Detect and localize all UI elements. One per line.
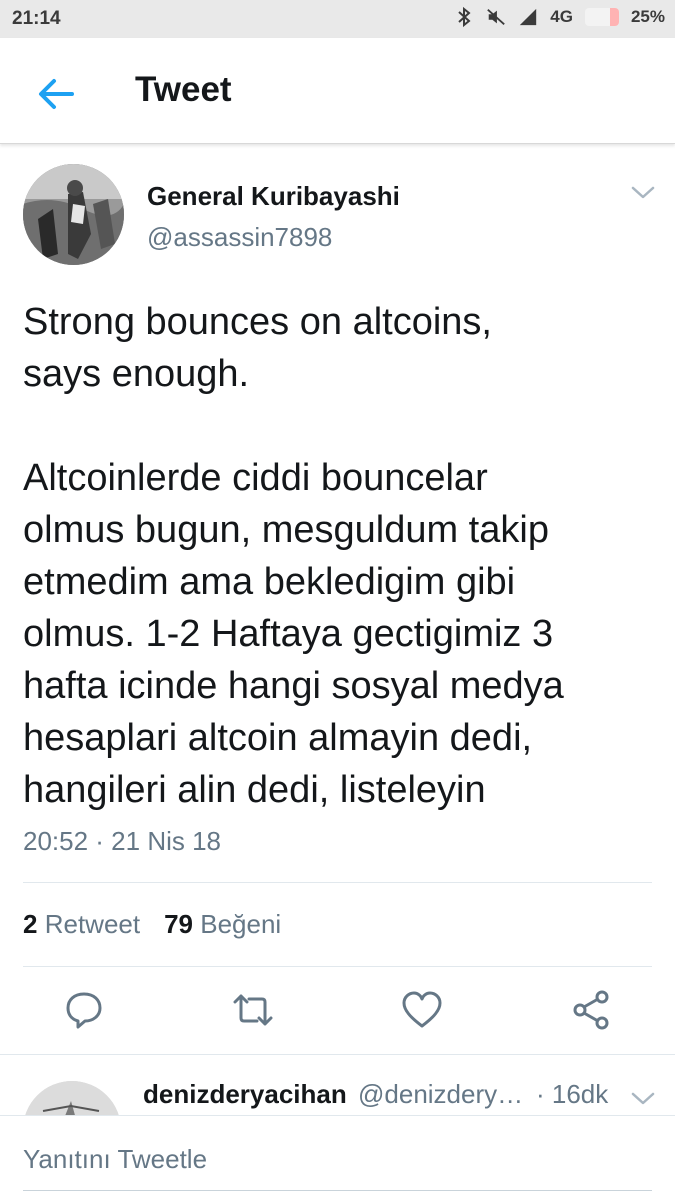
tweet-text-line: etmedim ama bekledigim gibi <box>23 561 516 603</box>
author-handle[interactable]: @assassin7898 <box>147 222 332 253</box>
tweet-text-line: Altcoinlerde ciddi bouncelar <box>23 457 488 499</box>
retweet-stat[interactable]: 2 Retweet <box>23 909 140 940</box>
tweet-text-line: says enough. <box>23 353 250 395</box>
like-label: Beğeni <box>200 909 282 939</box>
reply-author-name[interactable]: denizderyacihan <box>143 1079 347 1110</box>
author-name[interactable]: General Kuribayashi <box>147 181 400 212</box>
mute-icon <box>487 9 506 25</box>
reply-input[interactable] <box>23 1140 652 1178</box>
battery-percent: 25% <box>630 7 665 26</box>
tweet-text-line: hesaplari altcoin almayin dedi, <box>23 717 533 759</box>
page-title: Tweet <box>135 70 232 109</box>
reply-composer <box>0 1115 675 1200</box>
network-type: 4G <box>550 7 573 26</box>
like-icon[interactable] <box>400 988 444 1032</box>
retweet-label: Retweet <box>44 909 141 939</box>
reply-time: · 16dk <box>536 1079 609 1109</box>
reply-item[interactable]: denizderyacihan @denizdery… · 16dk <box>0 1055 675 1115</box>
tweet-text: Strong bounces on altcoins, says enough.… <box>23 296 653 816</box>
author-avatar[interactable] <box>23 164 124 265</box>
tweet-text-line: olmus bugun, mesguldum takip <box>23 509 549 551</box>
battery-icon <box>584 8 619 26</box>
reply-author-handle[interactable]: @denizdery… <box>358 1079 523 1110</box>
tweet-text-line: hafta icinde hangi sosyal medya <box>23 665 564 707</box>
input-underline <box>23 1190 652 1191</box>
like-count: 79 <box>164 909 194 939</box>
battery-level <box>610 8 619 26</box>
bluetooth-icon <box>458 6 471 28</box>
tweet-text-line: olmus. 1-2 Haftaya gectigimiz 3 <box>23 613 554 655</box>
share-icon[interactable] <box>569 988 613 1032</box>
avatar-photo <box>23 164 124 265</box>
status-bar: 21:14 4G 25% <box>0 0 675 38</box>
tweet-action-bar <box>0 988 675 1038</box>
divider <box>23 966 652 967</box>
tweet-stats: 2 Retweet 79 Beğeni <box>23 909 281 940</box>
back-arrow-icon[interactable] <box>34 72 78 116</box>
tweet-text-line: hangileri alin dedi, listeleyin <box>23 769 486 811</box>
status-time: 21:14 <box>12 8 61 29</box>
reply-avatar[interactable] <box>23 1081 121 1115</box>
retweet-count: 2 <box>23 909 38 939</box>
status-icons: 4G 25% <box>454 6 665 28</box>
reply-icon[interactable] <box>62 988 106 1032</box>
signal-icon <box>520 8 537 26</box>
like-stat[interactable]: 79 Beğeni <box>164 909 281 940</box>
tweet-text-line: Strong bounces on altcoins, <box>23 301 492 343</box>
divider <box>23 882 652 883</box>
retweet-icon[interactable] <box>231 988 275 1032</box>
reply-avatar-photo <box>23 1081 121 1115</box>
tweet-timestamp[interactable]: 20:52 · 21 Nis 18 <box>23 826 221 857</box>
chevron-down-icon[interactable] <box>628 1088 658 1108</box>
top-app-bar: Tweet <box>0 38 675 144</box>
chevron-down-icon[interactable] <box>628 182 658 202</box>
